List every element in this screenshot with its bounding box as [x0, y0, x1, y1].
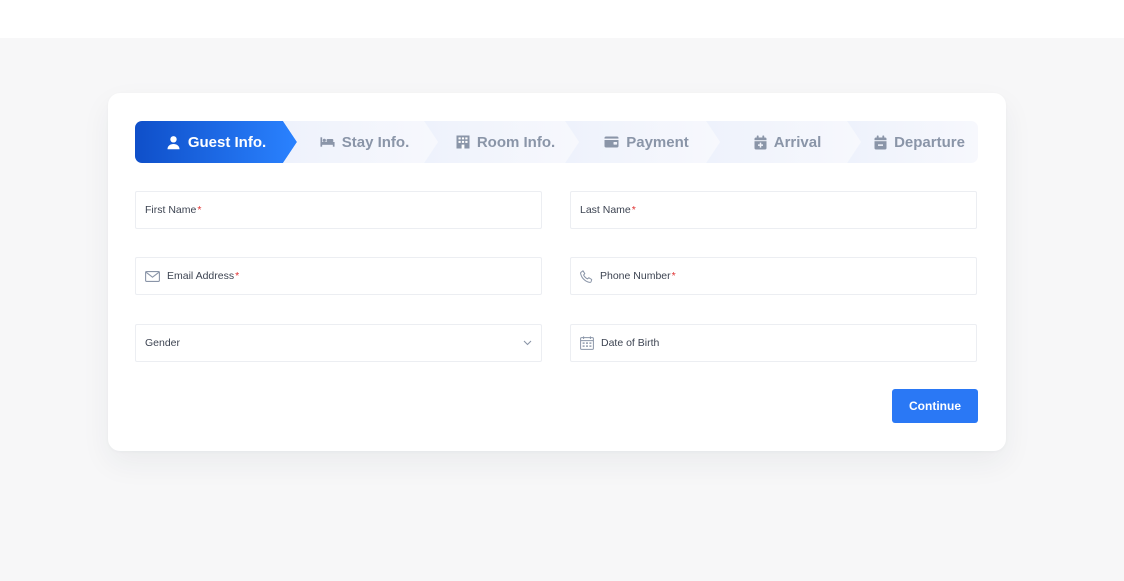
calendar-plus-icon: [754, 135, 767, 150]
step-stay-info[interactable]: Stay Info.: [283, 121, 438, 163]
continue-button[interactable]: Continue: [892, 389, 978, 423]
step-label: Departure: [894, 133, 965, 151]
mail-icon: [145, 270, 160, 282]
date-of-birth-field[interactable]: Date of Birth: [570, 324, 977, 362]
required-marker: *: [235, 270, 240, 282]
phone-field[interactable]: Phone Number *: [570, 257, 977, 295]
step-label: Arrival: [773, 133, 822, 151]
step-label: Guest Info.: [187, 133, 267, 151]
last-name-field[interactable]: Last Name *: [570, 191, 977, 229]
user-icon: [166, 135, 181, 150]
step-label: Room Info.: [476, 133, 556, 151]
booking-card: Guest Info. Stay Info. Room Info. Paymen…: [108, 93, 1006, 451]
required-marker: *: [631, 204, 636, 216]
last-name-label: Last Name: [580, 204, 631, 216]
wallet-icon: [604, 136, 619, 148]
step-label: Stay Info.: [341, 133, 410, 151]
step-departure[interactable]: Departure: [847, 121, 978, 163]
email-field[interactable]: Email Address *: [135, 257, 542, 295]
step-arrival[interactable]: Arrival: [706, 121, 861, 163]
calendar-icon: [580, 336, 594, 350]
email-label: Email Address: [167, 270, 235, 282]
phone-icon: [580, 269, 593, 283]
first-name-label: First Name: [145, 204, 197, 216]
bed-icon: [320, 136, 335, 148]
phone-label: Phone Number: [600, 270, 671, 282]
chevron-down-icon[interactable]: [523, 338, 532, 347]
calendar-minus-icon: [874, 135, 887, 150]
required-marker: *: [197, 204, 202, 216]
date-of-birth-label: Date of Birth: [601, 337, 660, 349]
gender-label: Gender: [145, 337, 181, 349]
gender-select[interactable]: Gender: [135, 324, 542, 362]
step-payment[interactable]: Payment: [565, 121, 720, 163]
first-name-field[interactable]: First Name *: [135, 191, 542, 229]
step-room-info[interactable]: Room Info.: [424, 121, 579, 163]
building-icon: [456, 135, 470, 149]
step-label: Payment: [626, 133, 689, 151]
required-marker: *: [671, 270, 676, 282]
booking-stepper: Guest Info. Stay Info. Room Info. Paymen…: [135, 121, 978, 163]
step-guest-info[interactable]: Guest Info.: [135, 121, 297, 163]
